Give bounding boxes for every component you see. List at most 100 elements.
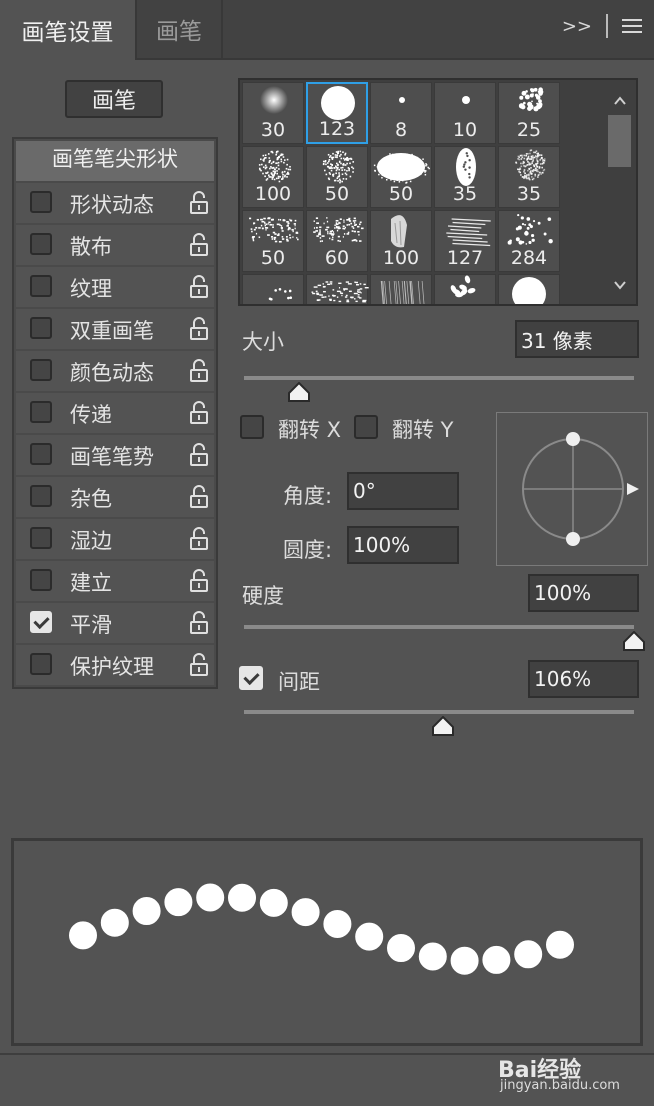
- option-checkbox[interactable]: [30, 485, 52, 507]
- option-checkbox[interactable]: [30, 191, 52, 213]
- option-checkbox[interactable]: [30, 569, 52, 591]
- flip-x-checkbox[interactable]: [240, 415, 264, 439]
- brush-preset-rough-stroke[interactable]: [306, 274, 369, 304]
- option-checkbox[interactable]: [30, 527, 52, 549]
- spacing-field[interactable]: 106%: [528, 660, 639, 698]
- unlock-icon[interactable]: [190, 485, 208, 509]
- option-row-color-dynamics[interactable]: 颜色动态: [16, 351, 214, 391]
- hardness-slider-track[interactable]: [244, 625, 634, 629]
- tab-brushes[interactable]: 画笔: [137, 0, 223, 58]
- unlock-icon[interactable]: [190, 275, 208, 299]
- option-checkbox[interactable]: [30, 359, 52, 381]
- unlock-icon[interactable]: [190, 527, 208, 551]
- unlock-icon[interactable]: [190, 653, 208, 677]
- spacing-checkbox[interactable]: [239, 666, 263, 690]
- angle-roundness-widget[interactable]: [496, 412, 648, 566]
- brush-preset-leaves[interactable]: [434, 274, 496, 304]
- option-row-texture[interactable]: 纹理: [16, 267, 214, 307]
- presets-scroll-thumb[interactable]: [608, 115, 631, 167]
- option-checkbox[interactable]: [30, 611, 52, 633]
- brush-size-label: 50: [324, 183, 350, 205]
- option-row-smoothing[interactable]: 平滑: [16, 603, 214, 643]
- brush-preset-sparse-dots[interactable]: [242, 274, 304, 304]
- brush-size-label: 25: [516, 119, 542, 141]
- option-row-shape-dynamics[interactable]: 形状动态: [16, 183, 214, 223]
- roundness-field[interactable]: 100%: [347, 526, 459, 564]
- preview-dot: [416, 940, 449, 973]
- option-label: 保护纹理: [70, 655, 154, 679]
- option-checkbox[interactable]: [30, 653, 52, 675]
- brush-preset-stroke-streaks[interactable]: 127: [434, 210, 496, 272]
- hardness-slider-thumb[interactable]: [622, 631, 646, 651]
- brush-preset-tiny-dot[interactable]: 8: [370, 82, 432, 144]
- option-row-scattering[interactable]: 散布: [16, 225, 214, 265]
- unlock-icon[interactable]: [190, 611, 208, 635]
- brush-preset-splatter[interactable]: 25: [498, 82, 560, 144]
- panel-menu-icon[interactable]: [622, 19, 642, 33]
- option-row-protect-texture[interactable]: 保护纹理: [16, 645, 214, 685]
- brush-preset-dry-brush[interactable]: 50: [242, 210, 304, 272]
- unlock-icon[interactable]: [190, 401, 208, 425]
- option-checkbox[interactable]: [30, 443, 52, 465]
- tab-brush-settings[interactable]: 画笔设置: [0, 0, 137, 60]
- brush-size-label: 30: [260, 119, 286, 141]
- option-label: 形状动态: [70, 193, 154, 217]
- hardness-label: 硬度: [242, 584, 284, 608]
- brush-preset-hard-round[interactable]: 123: [306, 82, 368, 144]
- preview-dot: [226, 881, 258, 914]
- brush-preset-small-dot[interactable]: 10: [434, 82, 496, 144]
- preview-dot: [194, 881, 227, 914]
- option-row-noise[interactable]: 杂色: [16, 477, 214, 517]
- unlock-icon[interactable]: [190, 443, 208, 467]
- brush-size-label: 60: [324, 247, 350, 269]
- brushes-button[interactable]: 画笔: [65, 80, 163, 118]
- brush-preset-chalk-round[interactable]: 50: [306, 146, 368, 208]
- option-checkbox[interactable]: [30, 233, 52, 255]
- unlock-icon[interactable]: [190, 569, 208, 593]
- scroll-down-icon: [614, 281, 626, 290]
- brush-preset-tall-oval[interactable]: 35: [434, 146, 496, 208]
- brush-preset-soft-round[interactable]: 30: [242, 82, 304, 144]
- size-field[interactable]: 31 像素: [515, 320, 639, 358]
- brush-presets-grid: 30 123 8 10 25 100 50 50 35 35 50 60 100 127 284: [238, 78, 638, 306]
- brush-preset-spray-ellipse[interactable]: 50: [370, 146, 432, 208]
- option-row-transfer[interactable]: 传递: [16, 393, 214, 433]
- unlock-icon[interactable]: [190, 359, 208, 383]
- size-slider-thumb[interactable]: [287, 382, 311, 402]
- stroke-preview: [11, 838, 643, 1046]
- unlock-icon[interactable]: [190, 317, 208, 341]
- collapse-panel-icon[interactable]: >>: [562, 16, 592, 37]
- brush-preset-dry-brush[interactable]: 60: [306, 210, 368, 272]
- brush-preset-chalk-round[interactable]: 100: [242, 146, 304, 208]
- option-row-dual-brush[interactable]: 双重画笔: [16, 309, 214, 349]
- option-checkbox[interactable]: [30, 401, 52, 423]
- sparse-dots-brush-tip-icon: [268, 287, 293, 301]
- size-slider-track[interactable]: [244, 376, 634, 380]
- option-checkbox[interactable]: [30, 275, 52, 297]
- preview-dot: [385, 932, 417, 965]
- option-row-wet-edges[interactable]: 湿边: [16, 519, 214, 559]
- divider: [606, 14, 608, 38]
- unlock-icon[interactable]: [190, 233, 208, 257]
- angle-compass-icon[interactable]: [497, 413, 649, 567]
- unlock-icon[interactable]: [190, 191, 208, 215]
- brush-preset-scatter-dots[interactable]: 284: [498, 210, 560, 272]
- brush-preset-bristle[interactable]: 100: [370, 210, 432, 272]
- option-row-build-up[interactable]: 建立: [16, 561, 214, 601]
- preview-dot: [544, 928, 576, 961]
- angle-field[interactable]: 0°: [347, 472, 459, 510]
- brush-tip-shape-item[interactable]: 画笔笔尖形状: [16, 141, 214, 181]
- option-label: 建立: [70, 571, 112, 595]
- option-label: 纹理: [70, 277, 112, 301]
- hardness-field[interactable]: 100%: [528, 574, 639, 612]
- option-label: 传递: [70, 403, 112, 427]
- option-row-brush-pose[interactable]: 画笔笔势: [16, 435, 214, 475]
- spacing-slider-thumb[interactable]: [431, 716, 455, 736]
- brush-preset-soft-chalk[interactable]: 35: [498, 146, 560, 208]
- spacing-slider-track[interactable]: [244, 710, 634, 714]
- spacing-label: 间距: [278, 670, 320, 694]
- option-checkbox[interactable]: [30, 317, 52, 339]
- brush-preset-fine-hair[interactable]: [370, 274, 432, 304]
- flip-y-checkbox[interactable]: [354, 415, 378, 439]
- brush-preset-hard-round[interactable]: [498, 274, 560, 304]
